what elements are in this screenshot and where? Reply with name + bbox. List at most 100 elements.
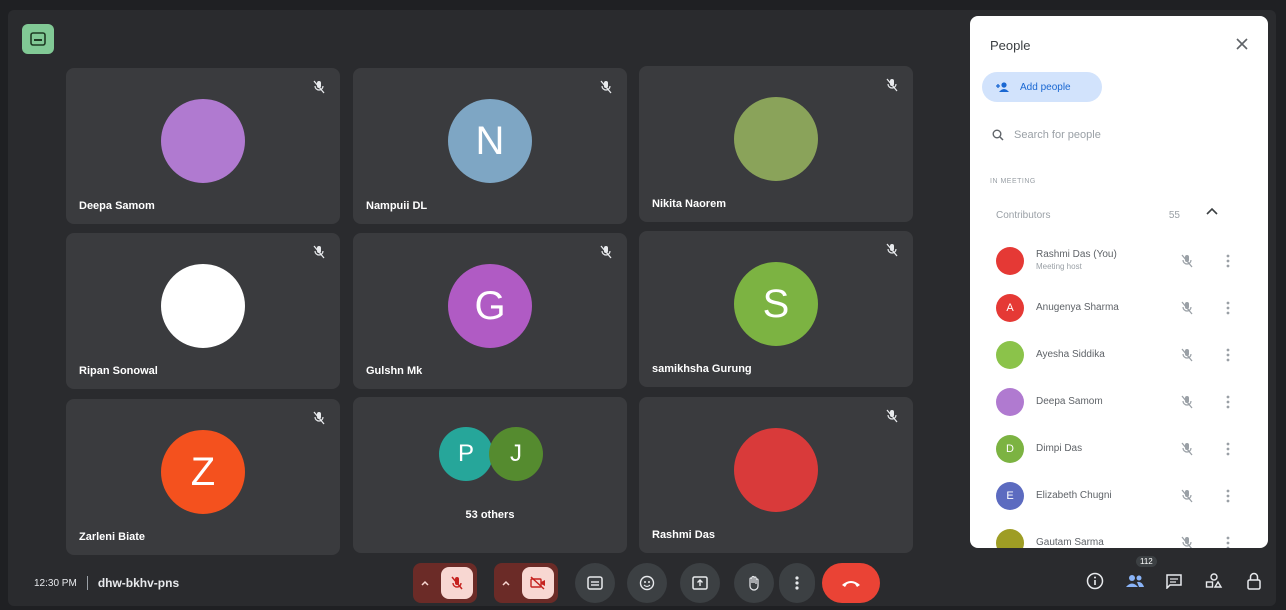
- hand-icon: [749, 575, 759, 591]
- person-role: Meeting host: [1036, 262, 1082, 271]
- participant-tile[interactable]: N Nampuii DL: [353, 68, 627, 224]
- chevron-up-icon[interactable]: [1206, 207, 1218, 215]
- participant-name: samikhsha Gurung: [652, 363, 752, 375]
- more-vert-icon[interactable]: [1226, 253, 1232, 269]
- avatar: P: [439, 427, 493, 481]
- mic-muted-icon[interactable]: [1180, 254, 1194, 268]
- participant-tile[interactable]: G Gulshn Mk: [353, 233, 627, 389]
- participant-tile[interactable]: Ripan Sonowal: [66, 233, 340, 389]
- participants-count-badge: 112: [1136, 556, 1157, 567]
- mic-muted-icon[interactable]: [1180, 442, 1194, 456]
- clock-time: 12:30 PM: [34, 577, 77, 589]
- captions-badge-icon[interactable]: [22, 24, 54, 54]
- add-people-button[interactable]: Add people: [982, 72, 1102, 102]
- add-people-label: Add people: [1020, 81, 1071, 93]
- people-panel: People Add people Search for people IN M…: [970, 16, 1268, 548]
- person-name-block: Rashmi Das (You) Meeting host: [1036, 249, 1117, 273]
- participant-name: Zarleni Biate: [79, 531, 146, 543]
- participant-name: Deepa Samom: [79, 200, 155, 212]
- participant-tile[interactable]: Rashmi Das: [639, 397, 913, 553]
- more-vert-icon[interactable]: [1226, 300, 1232, 316]
- avatar: N: [448, 98, 532, 183]
- contributors-group[interactable]: Contributors 55: [982, 202, 1256, 228]
- more-vert-icon[interactable]: [1226, 347, 1232, 363]
- mic-muted-icon[interactable]: [1180, 301, 1194, 315]
- avatar: [996, 247, 1024, 275]
- captions-icon: [587, 576, 603, 590]
- more-vert-icon[interactable]: [1226, 488, 1232, 504]
- chevron-up-icon[interactable]: [502, 580, 510, 586]
- search-field[interactable]: Search for people: [982, 120, 1256, 150]
- more-vert-icon[interactable]: [1226, 394, 1232, 410]
- avatar: A: [996, 294, 1024, 322]
- list-item[interactable]: Deepa Samom: [996, 386, 1256, 418]
- participant-tile[interactable]: Nikita Naorem: [639, 66, 913, 222]
- chevron-up-icon[interactable]: [421, 580, 429, 586]
- mic-off-icon[interactable]: [441, 567, 473, 599]
- mic-muted-icon[interactable]: [1180, 348, 1194, 362]
- section-label: IN MEETING: [990, 178, 1036, 185]
- list-item[interactable]: Rashmi Das (You) Meeting host: [996, 245, 1256, 277]
- participant-name: Nikita Naorem: [652, 198, 726, 210]
- meeting-details-icon[interactable]: [1084, 570, 1106, 592]
- mic-muted-icon[interactable]: [1180, 536, 1194, 548]
- meeting-code: dhw-bkhv-pns: [97, 576, 180, 590]
- mic-muted-icon: [599, 80, 613, 94]
- list-item[interactable]: Gautam Sarma: [996, 527, 1256, 548]
- raise-hand-button[interactable]: [734, 563, 774, 603]
- emoji-button[interactable]: [627, 563, 667, 603]
- person-name: Elizabeth Chugni: [1036, 490, 1112, 501]
- camera-off-icon[interactable]: [522, 567, 554, 599]
- person-name: Anugenya Sharma: [1036, 302, 1119, 313]
- person-name: Gautam Sarma: [1036, 537, 1104, 548]
- mic-muted-icon: [885, 243, 899, 257]
- participant-tile[interactable]: Z Zarleni Biate: [66, 399, 340, 555]
- end-call-icon: [842, 581, 860, 587]
- others-count-label: 53 others: [465, 509, 515, 521]
- avatar: [996, 529, 1024, 548]
- captions-button[interactable]: [575, 563, 615, 603]
- people-icon[interactable]: [1124, 570, 1146, 592]
- more-vert-icon[interactable]: [1226, 441, 1232, 457]
- add-person-icon: [996, 82, 1009, 92]
- list-item[interactable]: D Dimpi Das: [996, 433, 1256, 465]
- list-item[interactable]: Ayesha Siddika: [996, 339, 1256, 371]
- participant-tile[interactable]: Deepa Samom: [66, 68, 340, 224]
- mic-muted-icon: [312, 245, 326, 259]
- contributors-count: 55: [1168, 209, 1180, 221]
- search-input[interactable]: Search for people: [1014, 129, 1101, 141]
- person-name: Ayesha Siddika: [1036, 349, 1105, 360]
- participant-name: Ripan Sonowal: [79, 365, 158, 377]
- avatar: D: [996, 435, 1024, 463]
- avatar: Z: [161, 429, 245, 514]
- panel-title: People: [990, 38, 1031, 53]
- mic-muted-icon[interactable]: [1180, 489, 1194, 503]
- mic-toggle-button[interactable]: [413, 563, 477, 603]
- close-icon[interactable]: [1234, 36, 1250, 52]
- activities-icon[interactable]: [1203, 570, 1225, 592]
- present-button[interactable]: [680, 563, 720, 603]
- participant-name: Gulshn Mk: [366, 365, 423, 377]
- avatar: [161, 98, 245, 183]
- avatar: [734, 427, 818, 512]
- person-name-block: Deepa Samom: [1036, 396, 1103, 408]
- more-vert-icon: [795, 576, 799, 590]
- mic-muted-icon[interactable]: [1180, 395, 1194, 409]
- list-item[interactable]: A Anugenya Sharma: [996, 292, 1256, 324]
- chat-icon[interactable]: [1163, 570, 1185, 592]
- host-controls-icon[interactable]: [1243, 570, 1265, 592]
- person-name: Rashmi Das (You): [1036, 249, 1117, 260]
- person-name: Dimpi Das: [1036, 443, 1083, 454]
- person-name-block: Ayesha Siddika: [1036, 349, 1105, 361]
- participant-tile[interactable]: Ssamikhsha Gurung: [639, 231, 913, 387]
- leave-call-button[interactable]: [822, 563, 880, 603]
- more-vert-icon[interactable]: [1226, 535, 1232, 548]
- list-item[interactable]: E Elizabeth Chugni: [996, 480, 1256, 512]
- camera-toggle-button[interactable]: [494, 563, 558, 603]
- more-options-button[interactable]: [779, 563, 815, 603]
- participant-tile[interactable]: P J 53 others: [353, 397, 627, 553]
- search-icon: [992, 129, 1004, 141]
- participant-name: Nampuii DL: [366, 200, 428, 212]
- avatar: [996, 388, 1024, 416]
- present-screen-icon: [692, 576, 708, 590]
